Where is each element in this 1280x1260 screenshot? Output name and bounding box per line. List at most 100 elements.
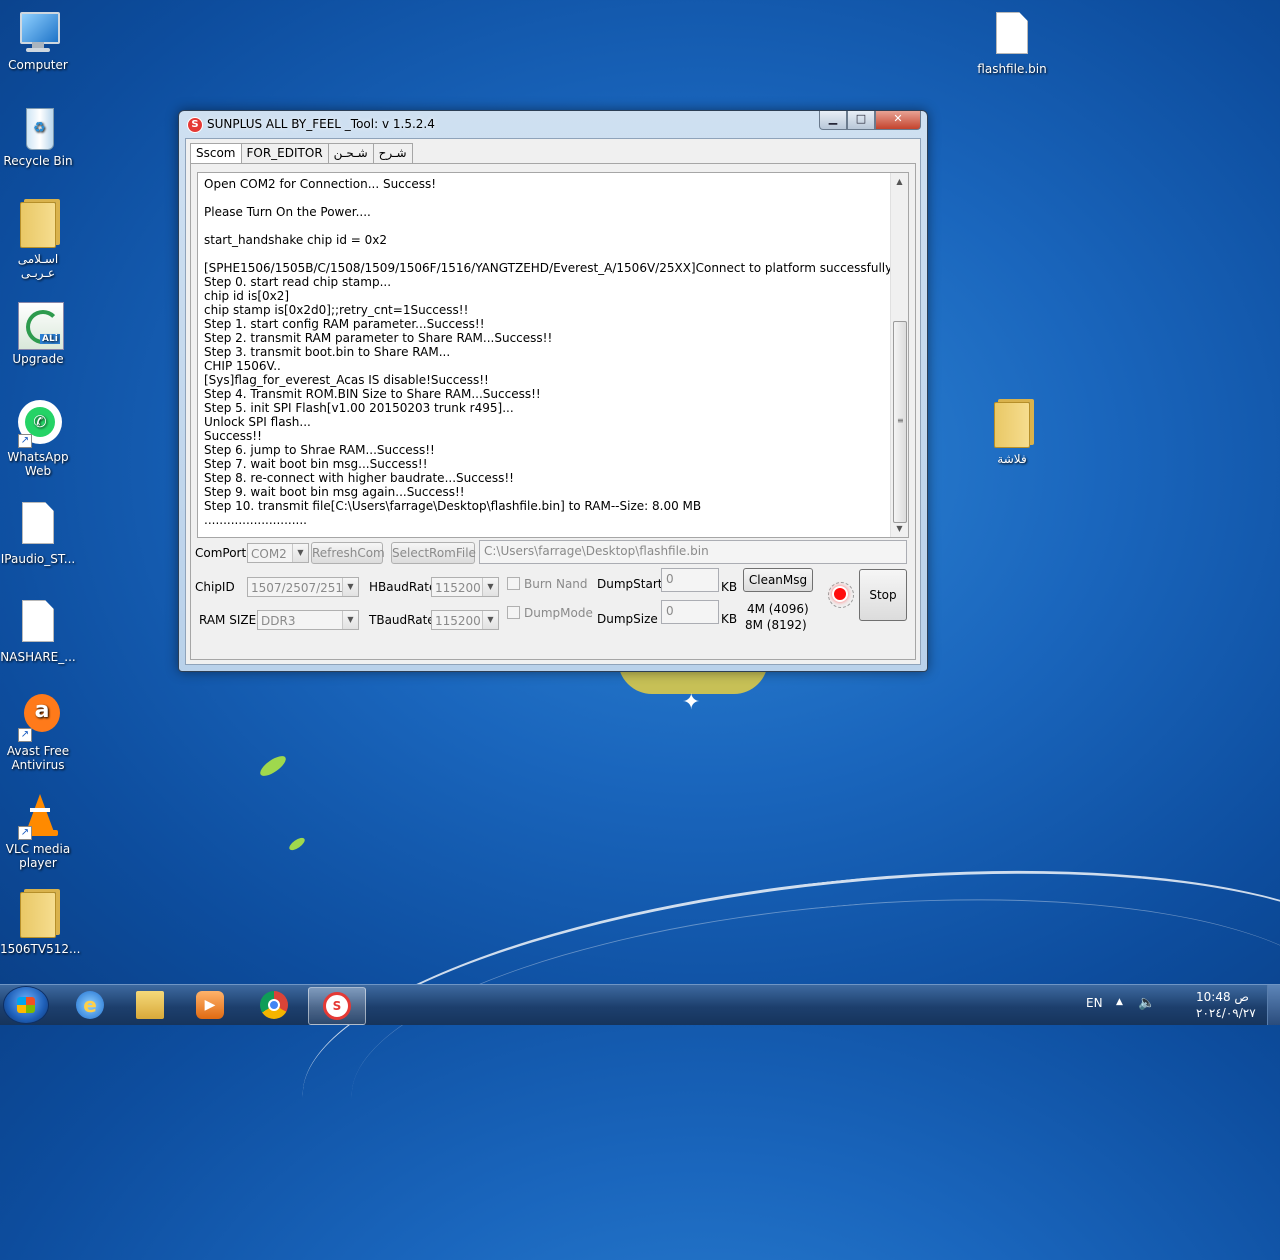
- taskbar-chrome[interactable]: [246, 987, 302, 1023]
- taskbar-internet-explorer[interactable]: e: [62, 987, 118, 1023]
- window-title: SUNPLUS ALL BY_FEEL _Tool: v 1.5.2.4: [207, 117, 435, 131]
- scroll-thumb[interactable]: ≡: [893, 321, 907, 523]
- comport-select[interactable]: COM2 ▼: [247, 543, 309, 563]
- wallpaper-sparkle: ✦: [682, 690, 701, 715]
- dumpsize-field[interactable]: 0: [661, 600, 719, 624]
- sunplus-tool-icon: S: [323, 992, 351, 1020]
- log-line: CHIP 1506V..: [204, 359, 281, 373]
- checkbox-box: [507, 577, 520, 590]
- log-line: Step 5. init SPI Flash[v1.00 20150203 tr…: [204, 401, 514, 415]
- desktop-icon-label: فلاشة: [997, 452, 1027, 466]
- tab-sscom[interactable]: Sscom: [190, 143, 242, 163]
- media-player-icon: ▶: [196, 991, 224, 1019]
- log-line: Open COM2 for Connection... Success!: [204, 177, 437, 191]
- clean-msg-button[interactable]: CleanMsg: [743, 568, 813, 592]
- taskbar-sunplus-tool[interactable]: S: [308, 987, 366, 1025]
- vlc-cone-icon: ↗: [16, 792, 60, 840]
- refresh-com-button[interactable]: RefreshCom: [311, 542, 385, 564]
- desktop-icon-nashare[interactable]: NASHARE_...: [0, 596, 76, 664]
- desktop-icon-label: IPaudio_ST...: [0, 552, 76, 566]
- checkbox-box: [507, 606, 520, 619]
- close-button[interactable]: ✕: [875, 111, 921, 130]
- show-hidden-icons-arrow-icon[interactable]: ▲: [1116, 997, 1123, 1007]
- dumpmode-checkbox[interactable]: DumpMode: [507, 606, 593, 620]
- taskbar: e ▶ S EN ▲ 🔈 10:48 ص ٢٠٢٤/٠٩/٢٧: [0, 984, 1280, 1025]
- desktop-icon-label: Avast Free Antivirus: [6, 744, 70, 772]
- size-hint-8m: 8M (8192): [745, 618, 807, 632]
- scroll-down-arrow-icon[interactable]: ▼: [891, 520, 908, 537]
- desktop-icon-label: اسـلامى عـربـى: [17, 252, 59, 280]
- ram-size-select[interactable]: DDR3 ▼: [257, 610, 359, 630]
- dumpstart-field[interactable]: 0: [661, 568, 719, 592]
- tab-charge[interactable]: شـحـن: [327, 143, 374, 163]
- log-line: Step 9. wait boot bin msg again...Succes…: [204, 485, 465, 499]
- tbaudrate-label: TBaudRate: [369, 613, 435, 627]
- desktop-icon-ipaudio[interactable]: IPaudio_ST...: [0, 498, 76, 566]
- chipid-value: 1507/2507/251:: [251, 581, 348, 595]
- rom-path-field[interactable]: C:\Users\farrage\Desktop\flashfile.bin: [479, 540, 907, 564]
- desktop-icon-upgrade[interactable]: ALi Upgrade: [0, 302, 76, 366]
- taskbar-media-player[interactable]: ▶: [182, 987, 238, 1023]
- clock-time[interactable]: 10:48 ص: [1196, 990, 1249, 1004]
- kb-unit-label: KB: [721, 580, 738, 594]
- desktop-icon-1506tv-folder[interactable]: 1506TV512...: [0, 890, 80, 956]
- sunplus-tool-window[interactable]: S SUNPLUS ALL BY_FEEL _Tool: v 1.5.2.4 ▁…: [178, 110, 928, 672]
- tbaudrate-value: 115200: [435, 614, 481, 628]
- windows-logo-icon: [17, 997, 35, 1013]
- log-output[interactable]: Open COM2 for Connection... Success! Ple…: [197, 172, 909, 538]
- desktop-icon-recycle-bin[interactable]: ♻ Recycle Bin: [0, 104, 76, 168]
- ali-upgrade-icon: ALi: [16, 302, 64, 350]
- burn-nand-checkbox[interactable]: Burn Nand: [507, 577, 588, 591]
- sscom-tab-pane: Open COM2 for Connection... Success! Ple…: [190, 163, 916, 660]
- file-explorer-icon: [136, 991, 164, 1019]
- tbaudrate-select[interactable]: 115200 ▼: [431, 610, 499, 630]
- burn-nand-label: Burn Nand: [524, 577, 588, 591]
- chevron-down-icon: ▼: [482, 611, 498, 629]
- desktop-icon-label: Upgrade: [12, 352, 64, 366]
- log-line: Step 7. wait boot bin msg...Success!!: [204, 457, 428, 471]
- select-rom-file-button[interactable]: SelectRomFile: [391, 542, 476, 564]
- ram-size-value: DDR3: [261, 614, 296, 628]
- desktop-icon-flashfile[interactable]: flashfile.bin: [974, 8, 1050, 76]
- scroll-up-arrow-icon[interactable]: ▲: [891, 173, 908, 190]
- volume-icon[interactable]: 🔈: [1138, 995, 1155, 1011]
- log-scrollbar[interactable]: ▲ ≡ ▼: [890, 173, 908, 537]
- whatsapp-icon: ✆ ↗: [16, 400, 62, 448]
- comport-value: COM2: [251, 547, 287, 561]
- window-titlebar[interactable]: S SUNPLUS ALL BY_FEEL _Tool: v 1.5.2.4 ▁…: [179, 111, 927, 137]
- minimize-button[interactable]: ▁: [819, 111, 847, 130]
- tab-strip: Sscom FOR_EDITOR شـحـن شـرح: [190, 143, 413, 163]
- log-lines: Open COM2 for Connection... Success! Ple…: [204, 177, 902, 527]
- desktop-icon-flash-folder[interactable]: فلاشة: [974, 400, 1050, 466]
- folder-icon: [16, 202, 60, 250]
- language-indicator[interactable]: EN: [1086, 996, 1103, 1010]
- hbaudrate-value: 115200: [435, 581, 481, 595]
- log-line: Unlock SPI flash...: [204, 415, 311, 429]
- maximize-button[interactable]: □: [847, 111, 875, 130]
- start-button[interactable]: [4, 987, 48, 1023]
- desktop-icon-label: flashfile.bin: [977, 62, 1047, 76]
- wallpaper-leaf: [287, 835, 307, 853]
- desktop-icon-avast[interactable]: a ↗ Avast Free Antivirus: [0, 694, 76, 772]
- app-red-circle-icon: S: [187, 117, 203, 133]
- desktop-icon-islamic-folder[interactable]: اسـلامى عـربـى: [0, 200, 76, 280]
- clock-date[interactable]: ٢٠٢٤/٠٩/٢٧: [1196, 1006, 1256, 1020]
- stop-button[interactable]: Stop: [859, 569, 907, 621]
- tab-for-editor[interactable]: FOR_EDITOR: [240, 143, 329, 163]
- chipid-select[interactable]: 1507/2507/251: ▼: [247, 577, 359, 597]
- desktop-icon-computer[interactable]: Computer: [0, 8, 76, 72]
- log-line: Step 6. jump to Shrae RAM...Success!!: [204, 443, 435, 457]
- show-desktop-button[interactable]: [1267, 985, 1280, 1025]
- log-line: Step 1. start config RAM parameter...Suc…: [204, 317, 485, 331]
- desktop-icon-vlc[interactable]: ↗ VLC media player: [0, 792, 76, 870]
- recycle-bin-icon: ♻: [16, 104, 60, 152]
- shortcut-arrow-icon: ↗: [18, 728, 32, 742]
- desktop-icon-whatsapp[interactable]: ✆ ↗ WhatsApp Web: [0, 400, 76, 478]
- status-led-icon: [834, 588, 846, 600]
- tab-explanation[interactable]: شـرح: [372, 143, 413, 163]
- taskbar-file-explorer[interactable]: [122, 987, 178, 1023]
- hbaudrate-select[interactable]: 115200 ▼: [431, 577, 499, 597]
- file-icon: [16, 502, 60, 550]
